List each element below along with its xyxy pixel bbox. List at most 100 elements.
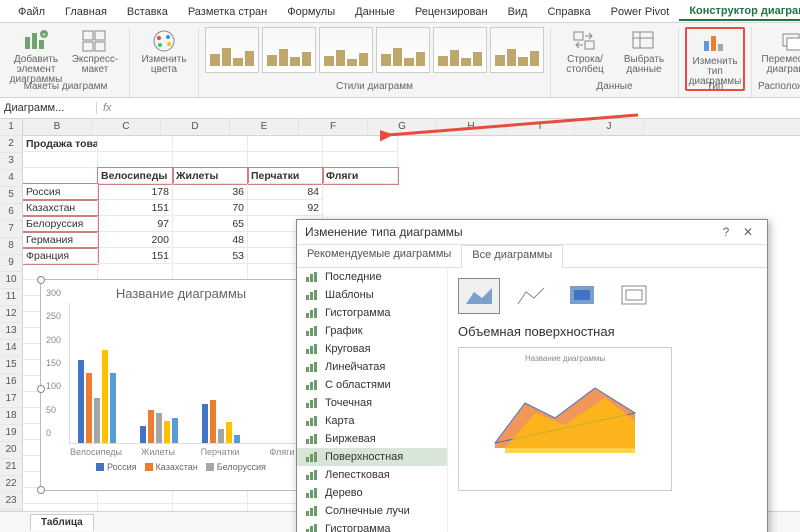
chart-type-item[interactable]: Солнечные лучи	[297, 502, 447, 520]
chart-type-item[interactable]: Гистограмма	[297, 520, 447, 532]
worksheet: 1234567891011121314151617181920212223242…	[0, 119, 800, 521]
dialog-titlebar[interactable]: Изменение типа диаграммы ? ✕	[297, 220, 767, 245]
tab-layout[interactable]: Разметка стран	[178, 4, 277, 20]
chart-type-item[interactable]: Дерево	[297, 484, 447, 502]
group-layouts-label: Макеты диаграмм	[24, 81, 108, 92]
name-box[interactable]: Диаграмм...	[0, 102, 97, 114]
chart-type-item[interactable]: Гистограмма	[297, 304, 447, 322]
change-chart-type-dialog: Изменение типа диаграммы ? ✕ Рекомендуем…	[296, 219, 768, 532]
help-button[interactable]: ?	[715, 225, 737, 239]
move-chart-icon	[778, 29, 800, 53]
group-styles-label: Стили диаграмм	[336, 81, 413, 92]
select-data-button[interactable]: Выбрать данные	[616, 27, 672, 77]
tab-review[interactable]: Рецензирован	[405, 4, 498, 20]
group-location-label: Расположение	[758, 81, 800, 92]
resize-handle[interactable]	[37, 276, 45, 284]
variant-contour[interactable]	[562, 278, 604, 314]
chart-type-item[interactable]: Точечная	[297, 394, 447, 412]
change-colors-button[interactable]: Изменить цвета	[136, 27, 192, 77]
add-chart-element-button[interactable]: + Добавить элемент диаграммы	[8, 27, 64, 87]
close-button[interactable]: ✕	[737, 225, 759, 239]
switch-icon	[571, 29, 599, 53]
change-colors-label: Изменить цвета	[138, 55, 190, 75]
select-data-icon	[630, 29, 658, 53]
preview-caption: Название диаграммы	[525, 354, 605, 363]
style-gallery[interactable]	[205, 27, 544, 81]
group-data: Строка/ столбец Выбрать данные Данные	[551, 27, 679, 97]
style-thumb[interactable]	[376, 27, 430, 73]
contour-icon	[568, 284, 598, 308]
chart-title[interactable]: Название диаграммы	[41, 286, 321, 301]
chart-type-item[interactable]: Линейчатая	[297, 358, 447, 376]
chart-type-item[interactable]: Круговая	[297, 340, 447, 358]
col-headers[interactable]: BCDEFGHIJ	[23, 119, 800, 136]
group-type-label: Тип	[707, 81, 724, 92]
surface-icon	[464, 284, 494, 308]
dialog-tabs: Рекомендуемые диаграммы Все диаграммы	[297, 245, 767, 268]
ribbon: + Добавить элемент диаграммы Экспресс-ма…	[0, 23, 800, 98]
chart-preview[interactable]: Название диаграммы	[458, 347, 672, 491]
chart-type-item[interactable]: Лепестковая	[297, 466, 447, 484]
move-chart-button[interactable]: Переместить диаграмму	[764, 27, 800, 77]
svg-text:+: +	[42, 32, 46, 39]
chart-variants	[458, 278, 757, 314]
resize-handle[interactable]	[37, 385, 45, 393]
group-styles: Стили диаграмм	[199, 27, 551, 97]
variant-title: Объемная поверхностная	[458, 324, 757, 339]
group-data-label: Данные	[596, 81, 632, 92]
sheet-tab[interactable]: Таблица	[30, 514, 94, 531]
variant-wireframe-contour[interactable]	[614, 278, 656, 314]
tab-data[interactable]: Данные	[345, 4, 405, 20]
quick-layout-icon	[81, 29, 109, 53]
chart-type-item[interactable]: Поверхностная	[297, 448, 447, 466]
chart-legend[interactable]: РоссияКазахстанБелоруссия	[41, 462, 321, 472]
tab-powerpivot[interactable]: Power Pivot	[601, 4, 680, 20]
style-thumb[interactable]	[319, 27, 373, 73]
switch-label: Строка/ столбец	[559, 55, 611, 75]
formula-bar: Диаграмм... fx	[0, 98, 800, 119]
chart-type-list[interactable]: ПоследниеШаблоныГистограммаГрафикКругова…	[297, 268, 448, 532]
fx-label[interactable]: fx	[97, 102, 118, 114]
tab-help[interactable]: Справка	[537, 4, 600, 20]
chart-type-item[interactable]: Последние	[297, 268, 447, 286]
group-layouts: + Добавить элемент диаграммы Экспресс-ма…	[2, 27, 130, 97]
embedded-chart[interactable]: Название диаграммы 050100150200250300Вел…	[40, 279, 322, 491]
ribbon-tabs: Файл Главная Вставка Разметка стран Форм…	[0, 0, 800, 23]
chart-type-item[interactable]: График	[297, 322, 447, 340]
group-type: Изменить тип диаграммы Тип	[679, 27, 752, 97]
group-colors: Изменить цвета	[130, 27, 199, 97]
quick-layout-button[interactable]: Экспресс-макет	[67, 27, 123, 77]
chart-type-item[interactable]: С областями	[297, 376, 447, 394]
switch-row-col-button[interactable]: Строка/ столбец	[557, 27, 613, 77]
tab-all-charts[interactable]: Все диаграммы	[461, 245, 563, 268]
chart-type-item[interactable]: Биржевая	[297, 430, 447, 448]
tab-file[interactable]: Файл	[8, 4, 55, 20]
add-element-icon: +	[22, 29, 50, 53]
chart-type-item[interactable]: Карта	[297, 412, 447, 430]
resize-handle[interactable]	[37, 486, 45, 494]
style-thumb[interactable]	[490, 27, 544, 73]
chart-type-item[interactable]: Шаблоны	[297, 286, 447, 304]
row-headers[interactable]: 1234567891011121314151617181920212223242…	[0, 119, 23, 521]
tab-chart-design[interactable]: Конструктор диаграмм	[679, 3, 800, 21]
tab-insert[interactable]: Вставка	[117, 4, 178, 20]
wire-contour-icon	[620, 284, 650, 308]
style-thumb[interactable]	[262, 27, 316, 73]
style-thumb[interactable]	[205, 27, 259, 73]
group-location: Переместить диаграмму Расположение	[752, 27, 800, 97]
dialog-title: Изменение типа диаграммы	[305, 225, 463, 239]
move-chart-label: Переместить диаграмму	[761, 55, 800, 75]
tab-home[interactable]: Главная	[55, 4, 117, 20]
palette-icon	[150, 29, 178, 53]
variant-surface-3d[interactable]	[458, 278, 500, 314]
tab-recommended[interactable]: Рекомендуемые диаграммы	[297, 245, 461, 267]
tab-view[interactable]: Вид	[498, 4, 538, 20]
preview-surface-icon	[475, 363, 655, 463]
chart-plot[interactable]: 050100150200250300ВелосипедыЖилетыПерчат…	[69, 303, 311, 444]
variant-wireframe[interactable]	[510, 278, 552, 314]
wireframe-icon	[516, 284, 546, 308]
tab-formulas[interactable]: Формулы	[277, 4, 345, 20]
change-type-icon	[701, 31, 729, 55]
dialog-main: Объемная поверхностная Название диаграмм…	[448, 268, 767, 532]
style-thumb[interactable]	[433, 27, 487, 73]
